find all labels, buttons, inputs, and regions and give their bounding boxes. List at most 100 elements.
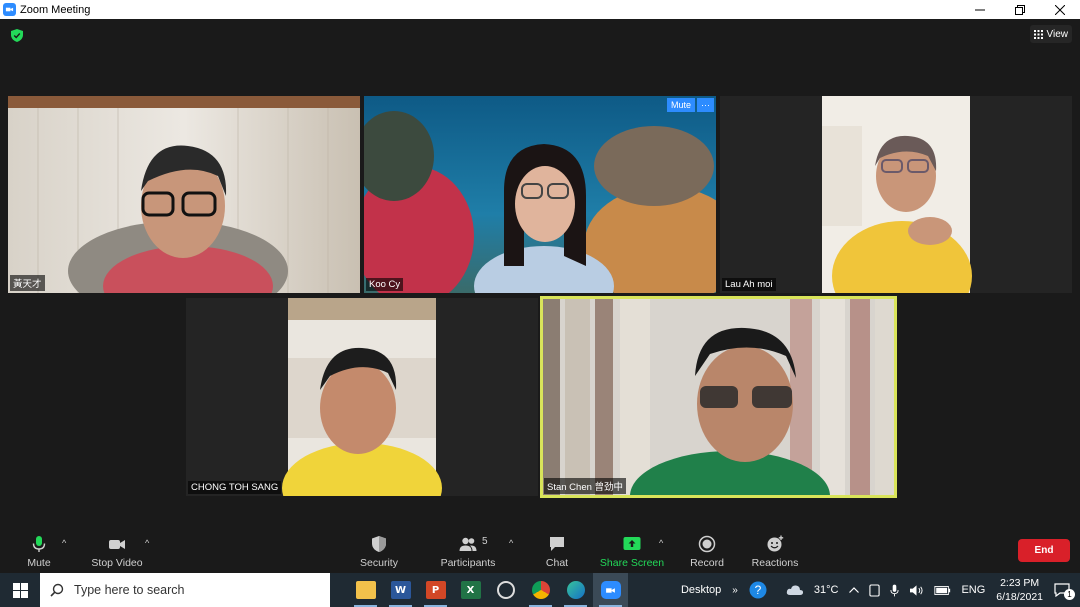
help-icon[interactable]: ?	[749, 581, 767, 599]
video-camera-icon	[109, 540, 125, 549]
powerpoint-taskbar-button[interactable]: P	[418, 573, 453, 607]
taskbar-search-box[interactable]: Type here to search	[40, 573, 330, 607]
zoom-app-icon	[3, 3, 16, 16]
start-button[interactable]	[0, 573, 40, 607]
record-icon	[698, 535, 716, 553]
share-screen-label: Share Screen	[599, 557, 665, 569]
windows-taskbar: Type here to search W P X Desktop » ? 31…	[0, 573, 1080, 607]
window-titlebar: Zoom Meeting	[0, 0, 1080, 19]
file-explorer-taskbar-button[interactable]	[348, 573, 383, 607]
microphone-icon	[32, 536, 46, 552]
security-label: Security	[360, 557, 398, 569]
edge-taskbar-button[interactable]	[558, 573, 593, 607]
tablet-icon[interactable]	[869, 583, 881, 597]
share-screen-button[interactable]: Share Screen	[598, 528, 666, 573]
microphone-tray-icon[interactable]	[890, 584, 899, 597]
minimize-button[interactable]	[960, 0, 1000, 19]
window-title: Zoom Meeting	[20, 3, 91, 16]
search-placeholder: Type here to search	[74, 583, 185, 597]
chrome-icon	[531, 581, 550, 599]
chat-label: Chat	[545, 557, 569, 569]
meeting-stage: View 黃天才 Mute ··· Koo Cy Lau Ah moi CHON…	[0, 19, 1080, 528]
participants-label: Participants	[440, 557, 496, 569]
obs-taskbar-button[interactable]	[488, 573, 523, 607]
audio-options-chevron-icon[interactable]: ^	[62, 538, 66, 548]
close-button[interactable]	[1040, 0, 1080, 19]
word-taskbar-button[interactable]: W	[383, 573, 418, 607]
input-language[interactable]: ENG	[961, 584, 985, 596]
excel-icon: X	[460, 581, 481, 599]
battery-icon[interactable]	[934, 585, 951, 595]
desktop-toolbar[interactable]: Desktop	[681, 584, 721, 596]
meeting-toolbar: Mute ^ Stop Video ^ Security Participant…	[0, 528, 1080, 573]
zoom-taskbar-button[interactable]	[593, 573, 628, 607]
folder-icon	[355, 581, 376, 599]
video-tile-5-active-speaker[interactable]: Stan Chen 曾劲中	[540, 296, 897, 498]
notification-count-badge: 1	[1064, 589, 1075, 600]
overflow-chevron-icon[interactable]: »	[732, 585, 738, 596]
reactions-smiley-icon	[767, 535, 784, 552]
participants-count: 5	[482, 536, 488, 547]
tile-hover-actions: Mute ···	[666, 98, 714, 112]
more-options-button[interactable]: ···	[697, 98, 714, 112]
video-tile-2[interactable]: Mute ··· Koo Cy	[364, 96, 716, 293]
edge-icon	[566, 581, 585, 599]
chat-icon	[550, 537, 564, 551]
shield-check-icon[interactable]	[11, 29, 23, 42]
zoom-icon	[600, 581, 621, 599]
clock-date: 6/18/2021	[996, 591, 1043, 603]
notification-center-icon[interactable]: 1	[1054, 583, 1075, 600]
end-meeting-button[interactable]: End	[1018, 539, 1070, 562]
participant-video	[720, 96, 1072, 293]
mute-button[interactable]: Mute	[22, 528, 56, 573]
participant-video	[364, 96, 716, 293]
stop-video-button[interactable]: Stop Video	[86, 528, 148, 573]
participant-video	[8, 96, 360, 293]
excel-taskbar-button[interactable]: X	[453, 573, 488, 607]
view-button[interactable]: View	[1029, 25, 1072, 43]
view-label: View	[1046, 28, 1069, 40]
shield-icon	[372, 536, 386, 552]
share-screen-icon	[623, 537, 641, 550]
reactions-label: Reactions	[751, 557, 799, 569]
search-icon	[50, 583, 64, 597]
obs-icon	[496, 581, 515, 599]
windows-logo-icon	[12, 582, 28, 598]
reactions-button[interactable]: Reactions	[750, 528, 800, 573]
chat-button[interactable]: Chat	[540, 528, 574, 573]
show-hidden-icons-chevron-icon[interactable]	[849, 587, 860, 593]
participant-name: CHONG TOH SANG	[188, 481, 282, 494]
chrome-taskbar-button[interactable]	[523, 573, 558, 607]
participant-video	[186, 298, 538, 496]
temperature[interactable]: 31°C	[814, 584, 839, 596]
mute-label: Mute	[27, 557, 51, 569]
weather-cloud-icon[interactable]	[786, 584, 804, 596]
participants-options-chevron-icon[interactable]: ^	[509, 538, 513, 548]
mute-participant-button[interactable]: Mute	[666, 98, 695, 112]
svg-text:?: ?	[755, 583, 762, 597]
share-options-chevron-icon[interactable]: ^	[659, 538, 663, 548]
participant-video	[540, 296, 897, 498]
video-options-chevron-icon[interactable]: ^	[145, 538, 149, 548]
participant-name: Lau Ah moi	[722, 278, 776, 291]
video-tile-1[interactable]: 黃天才	[8, 96, 360, 293]
clock-time: 2:23 PM	[1000, 577, 1040, 589]
stop-video-label: Stop Video	[91, 557, 143, 569]
video-tile-3[interactable]: Lau Ah moi	[720, 96, 1072, 293]
taskbar-clock[interactable]: 2:23 PM 6/18/2021	[996, 576, 1043, 604]
video-tile-4[interactable]: CHONG TOH SANG	[186, 298, 538, 496]
speaker-icon[interactable]	[909, 584, 924, 597]
participants-button[interactable]: Participants	[438, 528, 498, 573]
security-button[interactable]: Security	[356, 528, 402, 573]
participants-icon	[459, 537, 477, 551]
system-tray: Desktop » ? 31°C ENG 2:23 PM 6/18/2021 1	[676, 573, 1080, 607]
record-button[interactable]: Record	[688, 528, 726, 573]
participant-name: Koo Cy	[366, 278, 404, 291]
participant-name: 黃天才	[10, 275, 45, 291]
restore-button[interactable]	[1000, 0, 1040, 19]
word-icon: W	[390, 581, 411, 599]
powerpoint-icon: P	[425, 581, 446, 599]
participant-name: Stan Chen 曾劲中	[544, 478, 627, 494]
record-label: Record	[690, 557, 724, 569]
grid-icon	[1033, 29, 1043, 39]
